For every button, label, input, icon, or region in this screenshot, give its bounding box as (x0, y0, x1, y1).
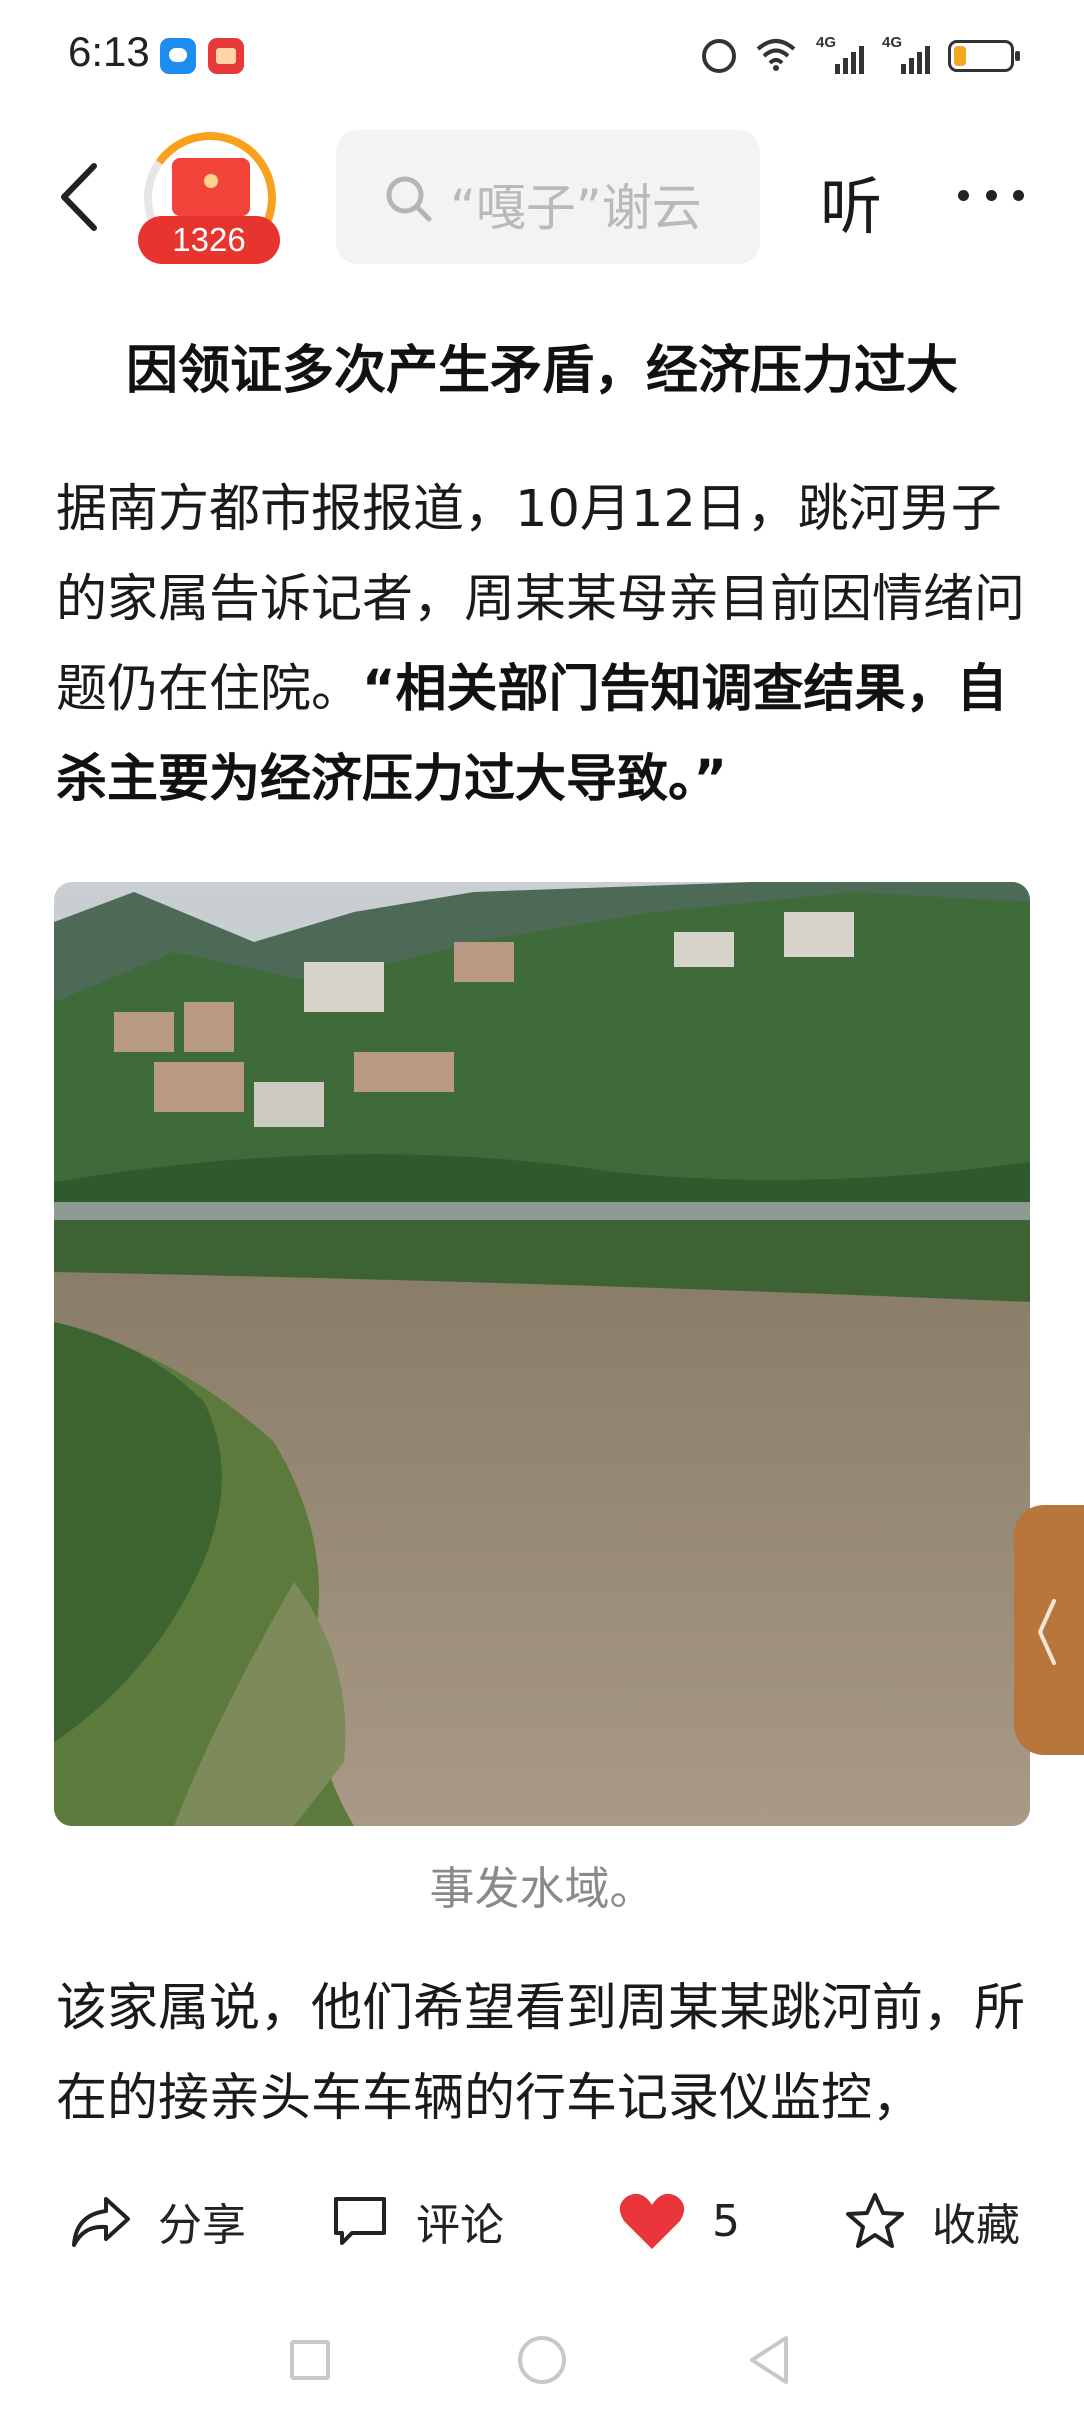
nav-back-button[interactable] (746, 2334, 792, 2386)
favorite-label: 收藏 (932, 2200, 1020, 2251)
message-app-icon (160, 38, 196, 74)
photo-caption: 事发水域。 (429, 1862, 655, 1915)
alarm-icon (702, 39, 736, 73)
article-photo[interactable] (54, 882, 1030, 1826)
signal-label: 4G (882, 34, 903, 51)
signal-icon-sim1: 4G (816, 34, 864, 74)
search-input[interactable]: “嘎子”谢云 (336, 130, 760, 264)
more-icon[interactable] (958, 190, 1024, 202)
action-bar: 分享 评论 5 收藏 (0, 2164, 1084, 2274)
red-packet-button[interactable]: 1326 (133, 121, 287, 275)
favorite-button[interactable]: 收藏 (844, 2190, 1020, 2252)
comment-label: 评论 (416, 2200, 504, 2251)
shopping-app-icon (208, 38, 244, 74)
listen-button[interactable]: 听 (820, 156, 882, 246)
search-placeholder: “嘎子”谢云 (450, 179, 702, 237)
status-time: 6:13 (68, 28, 150, 75)
wifi-icon (754, 37, 798, 75)
red-envelope-icon (172, 158, 250, 216)
like-button[interactable]: 5 (618, 2190, 740, 2252)
side-drawer-tab[interactable] (1014, 1505, 1084, 1755)
home-button[interactable] (518, 2336, 566, 2384)
comment-button[interactable]: 评论 (330, 2190, 504, 2252)
star-icon (846, 2193, 904, 2248)
red-packet-count: 1326 (138, 216, 280, 264)
like-count: 5 (712, 2195, 740, 2247)
article-paragraph: 据南方都市报报道，10月12日，跳河男子的家属告诉记者，周某某母亲目前因情绪问题… (56, 465, 1034, 825)
signal-label: 4G (816, 34, 837, 51)
system-nav-bar (0, 2310, 1084, 2412)
recents-button[interactable] (290, 2340, 330, 2380)
chevron-left-icon (1037, 1599, 1056, 1665)
article-subtitle: 因领证多次产生矛盾，经济压力过大 (125, 341, 958, 401)
share-button[interactable]: 分享 (70, 2190, 246, 2252)
article-paragraph-2: 该家属说，他们希望看到周某某跳河前，所在的接亲头车车辆的行车记录仪监控， (56, 1979, 1026, 2128)
signal-icon-sim2: 4G (882, 34, 930, 74)
status-icons: 4G 4G (702, 34, 1020, 78)
battery-icon (948, 40, 1020, 72)
share-icon (72, 2197, 130, 2247)
search-icon (386, 176, 432, 222)
comment-icon (334, 2197, 386, 2245)
share-label: 分享 (158, 2200, 246, 2251)
status-bar: 6:13 4G 4G (0, 0, 1084, 110)
heart-icon (619, 2193, 685, 2249)
back-icon[interactable] (56, 162, 100, 232)
